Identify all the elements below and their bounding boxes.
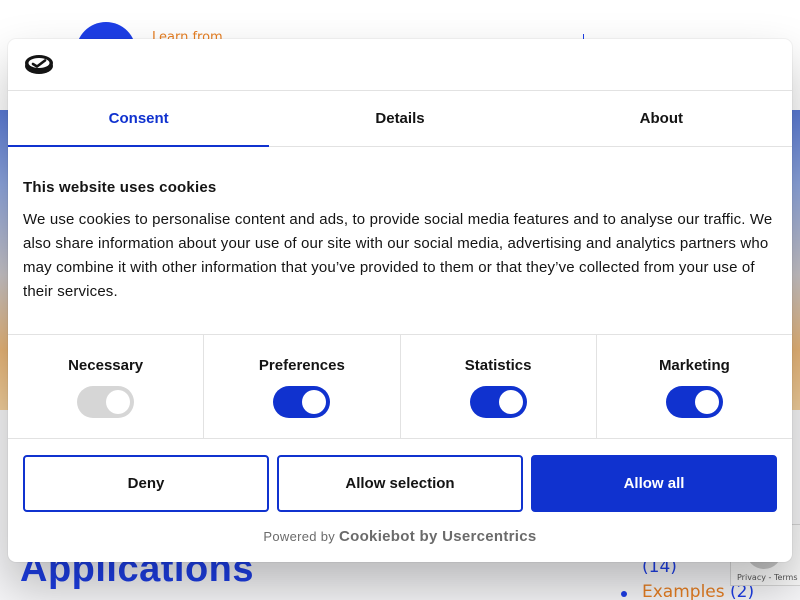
cookiebot-logo-icon <box>25 55 53 74</box>
toggle-knob <box>302 390 327 414</box>
consent-title: This website uses cookies <box>23 179 217 196</box>
cookiebot-brand-link[interactable]: Cookiebot by Usercentrics <box>339 528 537 545</box>
category-label: Statistics <box>464 357 532 374</box>
allow-all-button[interactable]: Allow all <box>531 455 777 512</box>
powered-by: Powered by Cookiebot by Usercentrics <box>8 528 792 545</box>
category-statistics: Statistics <box>401 335 597 438</box>
consent-content: This website uses cookies We use cookies… <box>8 147 792 335</box>
category-label: Necessary <box>68 357 144 374</box>
toggle-knob <box>498 390 523 414</box>
tab-about[interactable]: About <box>531 91 792 146</box>
category-necessary: Necessary <box>8 335 205 438</box>
list-bullet <box>621 591 627 597</box>
necessary-toggle <box>77 386 135 418</box>
allow-selection-button[interactable]: Allow selection <box>277 455 523 512</box>
dialog-tabs: Consent Details About <box>8 91 792 147</box>
marketing-toggle[interactable] <box>665 386 723 418</box>
cookie-category-toggles: Necessary Preferences Statistics Marketi… <box>8 335 792 439</box>
tab-details[interactable]: Details <box>269 91 530 146</box>
category-preferences: Preferences <box>204 335 401 438</box>
category-marketing: Marketing <box>597 335 792 438</box>
preferences-toggle[interactable] <box>273 386 331 418</box>
category-label: Marketing <box>658 357 730 374</box>
statistics-toggle[interactable] <box>469 386 527 418</box>
dialog-header <box>8 39 792 91</box>
recaptcha-links[interactable]: Privacy - Terms <box>737 573 798 582</box>
deny-button[interactable]: Deny <box>23 455 269 512</box>
cookie-consent-dialog: Consent Details About This website uses … <box>8 39 792 562</box>
consent-body: We use cookies to personalise content an… <box>23 211 773 300</box>
category-label: Preferences <box>258 357 345 374</box>
toggle-knob <box>106 390 131 414</box>
powered-by-prefix: Powered by <box>263 529 336 544</box>
consent-buttons: Deny Allow selection Allow all <box>8 439 792 512</box>
tab-consent[interactable]: Consent <box>8 91 270 147</box>
sidebar-link-label: Examples <box>642 582 725 600</box>
toggle-knob <box>694 390 719 414</box>
